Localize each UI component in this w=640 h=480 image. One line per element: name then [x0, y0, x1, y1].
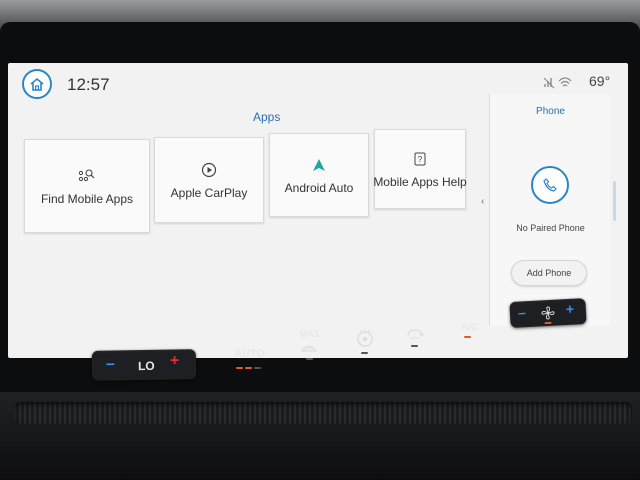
max-defrost-indicator [306, 358, 313, 360]
max-defrost-icon[interactable] [300, 340, 318, 354]
heated-steering-icon[interactable] [355, 328, 375, 348]
heated-steering-indicator [361, 352, 368, 354]
home-button[interactable] [22, 69, 52, 99]
phone-status: No Paired Phone [516, 223, 585, 233]
air-vent [14, 402, 632, 424]
fan-speed-indicator [544, 321, 552, 325]
ac-button[interactable]: A/C [461, 322, 478, 333]
carplay-icon [201, 162, 217, 178]
android-auto-icon [313, 159, 325, 171]
driver-temp-up-button[interactable]: + [170, 352, 180, 370]
svg-text:?: ? [418, 155, 423, 164]
phone-title: Phone [536, 106, 565, 117]
add-phone-button[interactable]: Add Phone [511, 260, 587, 286]
apple-carplay-tile[interactable]: Apple CarPlay [154, 137, 264, 223]
auto-indicator [245, 367, 252, 369]
phone-button[interactable] [531, 166, 569, 204]
driver-temp-down-button[interactable]: – [106, 356, 115, 374]
tile-label: Find Mobile Apps [40, 192, 134, 206]
wifi-icon [558, 77, 572, 87]
phone-icon [543, 178, 557, 192]
fan-icon [541, 306, 555, 320]
no-signal-icon [543, 77, 555, 89]
auto-indicator [254, 367, 261, 369]
clock: 12:57 [67, 75, 110, 94]
fan-speed-up-button[interactable]: + [565, 301, 574, 317]
fan-speed-down-button[interactable]: – [518, 304, 527, 320]
tile-label: Android Auto [284, 181, 354, 195]
driver-temp-value: LO [137, 358, 155, 374]
outside-temperature: 69° [589, 73, 611, 89]
recirculation-indicator [411, 345, 418, 347]
apps-title: Apps [253, 110, 281, 124]
mobile-apps-help-tile[interactable]: ? Mobile Apps Help [373, 129, 467, 209]
max-defrost-label: MAX [300, 329, 320, 339]
help-icon: ? [414, 152, 426, 166]
chevron-left-icon[interactable]: ‹ [481, 196, 484, 207]
ac-indicator [464, 336, 471, 338]
recirculation-icon[interactable] [406, 328, 424, 340]
phone-panel: Phone No Paired Phone Add Phone [489, 94, 610, 326]
auto-button[interactable]: AUTO [234, 348, 265, 360]
find-mobile-apps-tile[interactable]: Find Mobile Apps [24, 139, 150, 233]
driver-temp-control: – LO + [91, 349, 197, 381]
auto-indicator [236, 367, 243, 369]
status-icons [543, 73, 573, 91]
fan-speed-control: – + [509, 298, 587, 328]
home-icon [30, 77, 44, 91]
tile-label: Apple CarPlay [170, 186, 248, 200]
tile-label: Mobile Apps Help [373, 175, 467, 189]
search-apps-icon [78, 169, 95, 182]
android-auto-tile[interactable]: Android Auto [269, 133, 369, 217]
scroll-indicator [613, 181, 616, 221]
